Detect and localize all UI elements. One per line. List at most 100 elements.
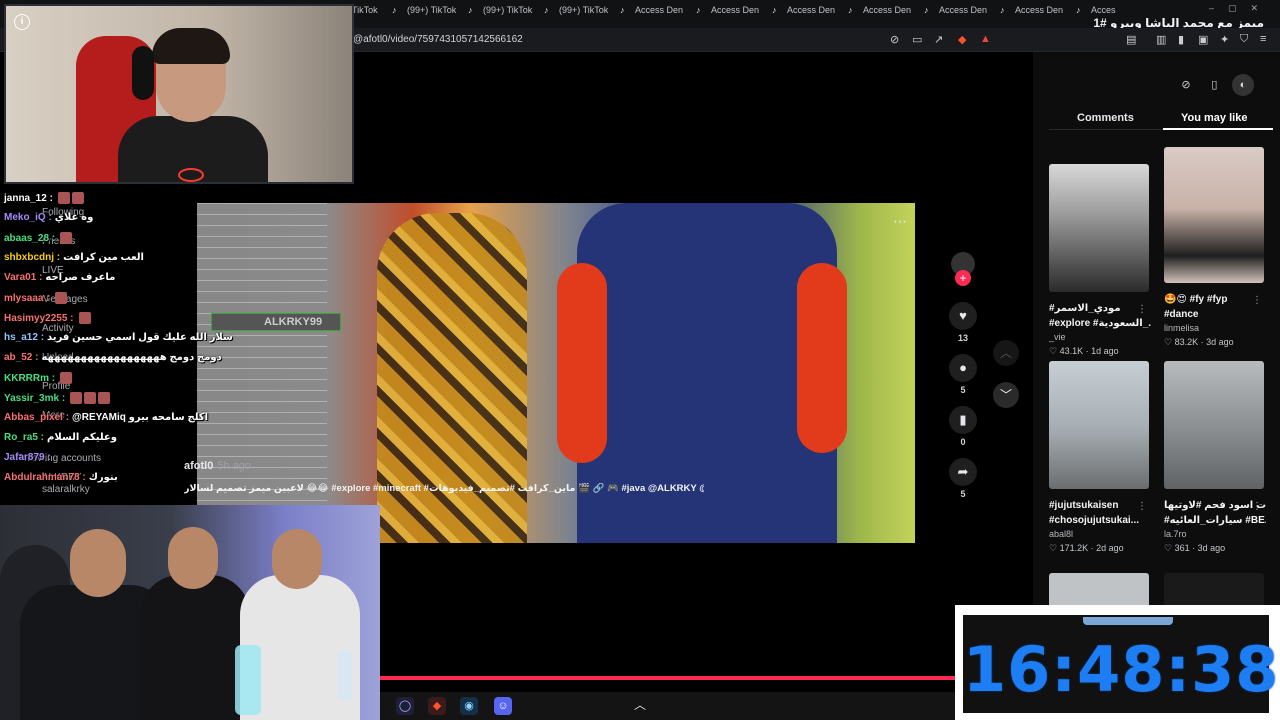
chat-text: وه غلاي [54, 212, 94, 223]
browser-tab[interactable]: ♪Access Den [772, 5, 842, 23]
chat-username[interactable]: Jafar879 : [4, 452, 51, 463]
tab-comments[interactable]: Comments [1077, 112, 1134, 124]
chat-username[interactable]: mlysaaa : [4, 293, 50, 304]
tab-you-may-like[interactable]: You may like [1181, 112, 1247, 124]
rewards-icon[interactable]: ▲ [980, 33, 991, 45]
more-icon[interactable]: ⋮ [1137, 501, 1147, 512]
browser-tab[interactable]: ♪Access Den [1000, 5, 1070, 23]
steam-icon[interactable]: ◉ [460, 697, 478, 715]
chat-username[interactable]: janna_12 : [4, 193, 53, 204]
browser-tab[interactable]: ♪ (99+) TikTok [544, 5, 614, 23]
brave-browser-icon[interactable]: ◆ [428, 697, 446, 715]
menu-icon[interactable]: ≡ [1260, 33, 1266, 45]
info-icon[interactable]: i [14, 14, 30, 30]
panel-tabs: Comments You may like [1049, 108, 1273, 130]
browser-tab[interactable]: ♪Access Den [848, 5, 918, 23]
more-icon[interactable]: ⋯ [893, 213, 907, 230]
no-translate-icon[interactable]: ⊘ [890, 33, 899, 46]
card-user[interactable]: la.7ro [1164, 529, 1266, 539]
more-icon[interactable]: ⋮ [1252, 501, 1262, 512]
more-icon[interactable]: ⋮ [1252, 295, 1262, 306]
browser-tab[interactable]: TikTok [352, 5, 382, 23]
chat-message: abaas_28 : [4, 232, 73, 244]
video-figure [557, 263, 607, 463]
share-button[interactable]: ➦ 5 [946, 458, 980, 499]
clock-time: 16:48:38 [963, 633, 1280, 706]
ghost-account: salaralkrky [42, 484, 90, 495]
card-meta: ♡ 361 · 3d ago [1164, 543, 1226, 553]
chat-message: Abdulrahman78 : بنورك [4, 472, 118, 483]
clock-widget: 16:48:38 [955, 605, 1280, 720]
chat-text: بنورك [88, 472, 118, 483]
card-meta: ♡ 171.2K · 2d ago [1049, 543, 1124, 553]
previous-video-button[interactable]: ︿ [993, 340, 1019, 366]
card-caption: #مودي_الاسمر [1049, 303, 1121, 314]
chat-username[interactable]: Yassir_3mk : [4, 393, 65, 404]
next-video-button[interactable]: ﹀ [993, 382, 1019, 408]
card-user[interactable]: _vie [1049, 332, 1151, 342]
chat-username[interactable]: shbxbcdnj : [4, 252, 60, 263]
chevron-up-icon[interactable]: ︿ [634, 696, 646, 713]
chat-username[interactable]: Hasimyy2255 : [4, 313, 74, 324]
search-icon[interactable]: ◯ [396, 697, 414, 715]
more-icon[interactable]: ⋮ [1137, 304, 1147, 315]
recommended-video-card[interactable]: ⋮ #jujutsukaisen #chosojujutsukai... aba… [1049, 361, 1151, 554]
sparkle-icon[interactable]: ✦ [1220, 33, 1229, 46]
video-thumbnail[interactable] [1049, 164, 1149, 292]
panel-top-icons: ⊘ ▯ ◐ [1173, 74, 1254, 96]
compass-icon[interactable]: ⊘ [1175, 74, 1197, 96]
video-thumbnail[interactable] [1049, 361, 1149, 489]
cast-icon[interactable]: ▭ [912, 33, 922, 46]
vpn-icon[interactable]: ⛉ [1240, 33, 1248, 46]
emote [54, 292, 67, 304]
browser-tab[interactable]: ♪ (99+) TikTok [392, 5, 462, 23]
browser-tab[interactable]: ♪Access Den [924, 5, 994, 23]
chat-username[interactable]: ab_52 : [4, 352, 38, 363]
recommended-video-card[interactable]: ⋮ اطارات اسود فحم #لاوتيها #سيارات_العائ… [1164, 361, 1266, 554]
comment-button[interactable]: ● 5 [946, 354, 980, 395]
bookmark-icon[interactable]: ▤ [1126, 33, 1136, 46]
profile-avatar[interactable]: ◐ [1231, 74, 1254, 96]
emote [98, 392, 111, 404]
tiktok-icon: ♪ [1000, 5, 1005, 15]
browser-tab[interactable]: ♪ (99+) TikTok [468, 5, 538, 23]
recommended-video-card[interactable]: ⋮ #مودي_الاسمر #explore #السعودية_... _v… [1049, 164, 1151, 357]
tiktok-icon: ♪ [848, 5, 853, 15]
panel-icon[interactable]: ▮ [1178, 33, 1184, 46]
chat-username[interactable]: Abbas_pixel : [4, 412, 69, 423]
save-count: 0 [960, 437, 966, 447]
video-thumbnail[interactable] [1164, 361, 1264, 489]
chat-username[interactable]: hs_a12 : [4, 332, 44, 343]
window-controls[interactable]: –▢✕ [1209, 3, 1272, 14]
chat-message: Yassir_3mk : [4, 392, 111, 404]
chat-text: @REYAMiq اكلج سامحه بيرو [72, 412, 209, 423]
discord-icon[interactable]: ☺ [494, 697, 512, 715]
card-meta: ♡ 43.1K · 1d ago [1049, 346, 1119, 356]
chat-message: Meko_iQ : وه غلاي [4, 212, 93, 223]
wallet-icon[interactable]: ▣ [1198, 33, 1208, 46]
chat-username[interactable]: abaas_28 : [4, 233, 55, 244]
url-field[interactable]: @afotl0/video/7597431057142566162 [353, 34, 523, 45]
chat-text: وعليكم السلام [47, 432, 117, 443]
browser-tab[interactable]: ♪Access Den [620, 5, 690, 23]
water-bottle [338, 650, 352, 700]
save-button[interactable]: ▮ 0 [946, 406, 980, 447]
follow-button[interactable]: + [955, 270, 971, 286]
emote [78, 312, 91, 324]
chat-username[interactable]: KKRRRm : [4, 373, 55, 384]
browser-tab[interactable]: ♪Access Den [696, 5, 766, 23]
video-thumbnail[interactable] [1164, 147, 1264, 283]
share-icon[interactable]: ↗ [934, 33, 943, 46]
card-user[interactable]: linmelisa [1164, 323, 1266, 333]
tab-underline [1163, 128, 1273, 130]
chat-username[interactable]: Ro_ra5 : [4, 432, 44, 443]
chat-username[interactable]: Abdulrahman78 : [4, 472, 86, 483]
sidebar-icon[interactable]: ▥ [1156, 33, 1166, 46]
chat-username[interactable]: Meko_iQ : [4, 212, 52, 223]
recommended-video-card[interactable]: ⋮ 🤩😍 #fy #fyp #dance linmelisa ♡ 83.2K ·… [1164, 147, 1266, 348]
like-button[interactable]: ♥ 13 [946, 302, 980, 343]
card-user[interactable]: abal8l [1049, 529, 1151, 539]
phone-icon[interactable]: ▯ [1203, 74, 1225, 96]
brave-shield-icon[interactable]: ◆ [958, 33, 966, 46]
chat-username[interactable]: Vara01 : [4, 272, 42, 283]
